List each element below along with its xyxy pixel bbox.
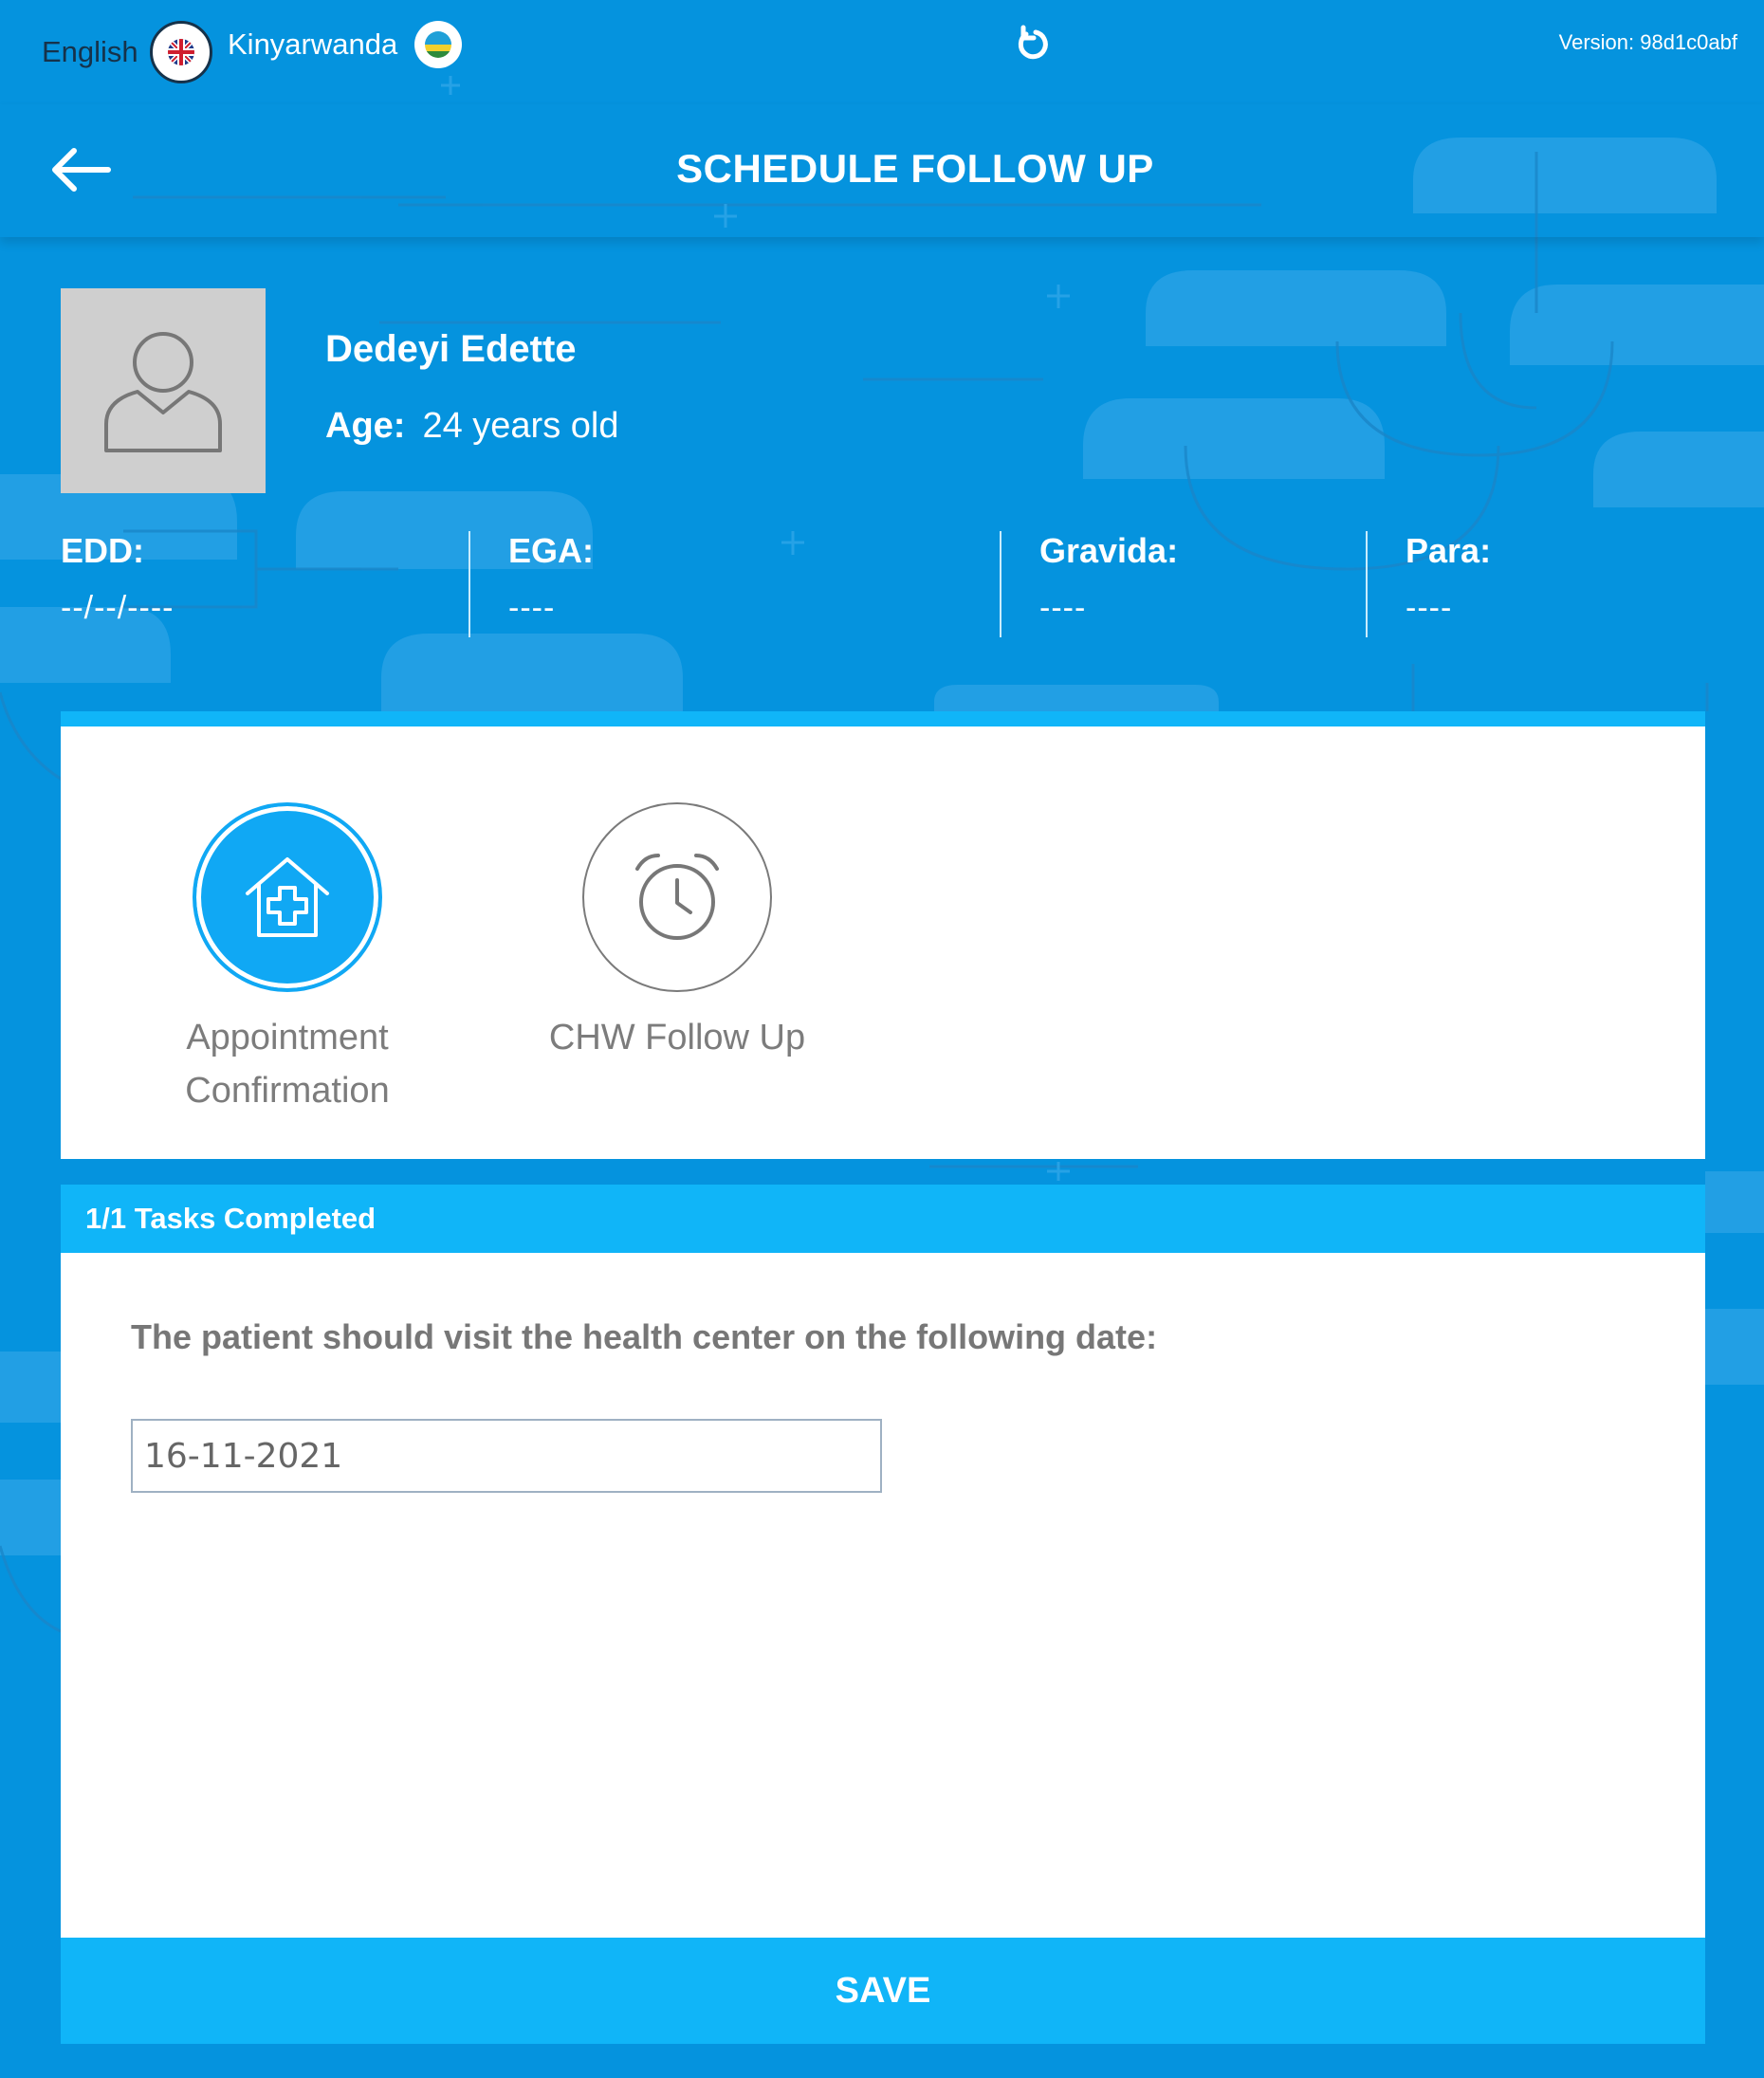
top-bar: English Kinyarwanda Version: 98d1c0abf (0, 0, 1764, 104)
task-label-line: Confirmation (185, 1071, 390, 1111)
stat-gravida: Gravida: ---- (1039, 531, 1178, 627)
divider (469, 531, 470, 637)
refresh-icon[interactable] (1015, 25, 1057, 66)
question-label: The patient should visit the health cent… (131, 1317, 1158, 1356)
stat-edd: EDD: --/--/---- (61, 531, 174, 627)
patient-age: Age: 24 years old (325, 406, 618, 447)
rwanda-flag-icon (414, 21, 463, 68)
task-selector-card: Appointment Confirmation CHW Follow Up (61, 711, 1705, 1159)
stat-ega: EGA: ---- (508, 531, 594, 627)
stat-para: Para: ---- (1406, 531, 1491, 627)
alarm-clock-icon (635, 854, 719, 940)
stat-value: ---- (508, 590, 556, 626)
page-header: SCHEDULE FOLLOW UP (0, 104, 1764, 237)
language-label: English (42, 35, 138, 68)
task-icon-circle[interactable] (582, 802, 772, 992)
save-button[interactable]: SAVE (61, 1938, 1705, 2044)
language-english[interactable]: English (42, 21, 212, 83)
task-label-line: Appointment (186, 1018, 389, 1057)
date-field[interactable] (131, 1419, 882, 1493)
avatar (61, 288, 266, 493)
pregnancy-stats: EDD: --/--/---- EGA: ---- Gravida: ---- … (0, 531, 1764, 637)
follow-up-form: 1/1 Tasks Completed The patient should v… (61, 1185, 1705, 2044)
task-icon-circle[interactable] (193, 802, 382, 992)
patient-name: Dedeyi Edette (325, 328, 577, 370)
task-label-line: CHW Follow Up (548, 1018, 806, 1057)
task-appointment-confirmation[interactable]: Appointment Confirmation (155, 802, 420, 1117)
stat-label: Gravida: (1039, 531, 1179, 570)
stat-value: ---- (1406, 590, 1453, 626)
age-value: 24 years old (422, 406, 619, 446)
version-label: Version: 98d1c0abf (1558, 30, 1737, 54)
divider (1366, 531, 1368, 637)
divider (1000, 531, 1001, 637)
task-label: Appointment Confirmation (155, 1011, 420, 1117)
uk-flag-icon (149, 21, 212, 83)
age-label: Age: (325, 406, 406, 446)
stat-label: EDD: (61, 531, 144, 570)
user-avatar-icon (104, 332, 222, 452)
language-label: Kinyarwanda (228, 28, 398, 61)
stat-label: Para: (1406, 531, 1492, 570)
task-label: CHW Follow Up (544, 1011, 810, 1064)
task-chw-follow-up[interactable]: CHW Follow Up (544, 802, 810, 1064)
stat-value: ---- (1039, 590, 1087, 626)
page-title: SCHEDULE FOLLOW UP (676, 146, 1154, 191)
tasks-progress: 1/1 Tasks Completed (61, 1185, 1705, 1253)
house-medical-icon (246, 857, 329, 937)
language-kinyarwanda[interactable]: Kinyarwanda (228, 21, 463, 68)
stat-value: --/--/---- (61, 590, 175, 626)
stat-label: EGA: (508, 531, 594, 570)
